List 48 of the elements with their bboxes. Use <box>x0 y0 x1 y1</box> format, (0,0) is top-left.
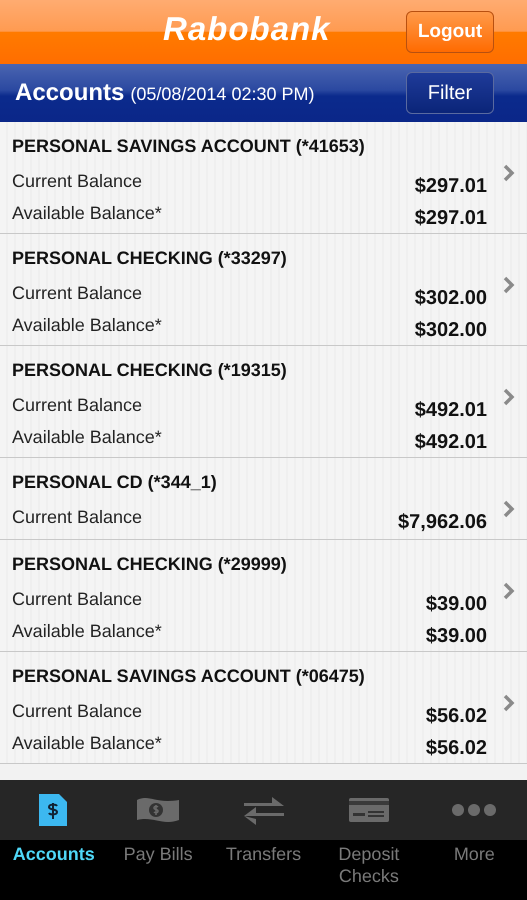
balance-amount: $56.02 <box>426 737 487 760</box>
account-name: PERSONAL SAVINGS ACCOUNT (*06475) <box>12 666 366 688</box>
balance-label: Current Balance <box>12 171 142 192</box>
balance-label: Current Balance <box>12 701 142 722</box>
chevron-right-icon <box>503 388 515 406</box>
timestamp: (05/08/2014 02:30 PM) <box>130 84 314 104</box>
chevron-right-icon <box>503 500 515 518</box>
account-name: PERSONAL CHECKING (*29999) <box>12 554 288 576</box>
transfer-arrows-icon <box>244 795 284 825</box>
balance-label: Current Balance <box>12 395 142 416</box>
document-dollar-icon <box>38 794 67 826</box>
page-title: Accounts <box>15 79 124 106</box>
balance-amount: $492.01 <box>414 399 487 422</box>
banknote-icon <box>137 796 180 824</box>
balance-label: Available Balance* <box>12 427 162 448</box>
balance-amount: $39.00 <box>426 625 487 648</box>
balance-label: Current Balance <box>12 507 142 528</box>
balance-label: Available Balance* <box>12 621 162 642</box>
balance-amount: $302.00 <box>414 319 487 342</box>
chevron-right-icon <box>503 164 515 182</box>
balance-label: Available Balance* <box>12 733 162 754</box>
account-name: PERSONAL SAVINGS ACCOUNT (*41653) <box>12 136 366 158</box>
account-name: PERSONAL CHECKING (*33297) <box>12 248 288 270</box>
bank-logo: Rabobank <box>163 10 331 48</box>
more-dots-icon <box>452 804 496 816</box>
account-name: PERSONAL CHECKING (*19315) <box>12 360 288 382</box>
balance-label: Available Balance* <box>12 203 162 224</box>
balance-amount: $297.01 <box>414 175 487 198</box>
chevron-right-icon <box>503 582 515 600</box>
balance-label: Current Balance <box>12 283 142 304</box>
balance-amount: $302.00 <box>414 287 487 310</box>
account-name: PERSONAL CD (*344_1) <box>12 472 218 494</box>
balance-amount: $39.00 <box>426 593 487 616</box>
balance-amount: $56.02 <box>426 705 487 728</box>
tab-bar-item[interactable]: Accounts <box>0 780 106 900</box>
tab-bar-item[interactable]: More <box>422 780 527 900</box>
balance-amount: $297.01 <box>414 207 487 230</box>
balance-label: Available Balance* <box>12 315 162 336</box>
tab-bar-item[interactable]: Transfers <box>210 780 316 900</box>
chevron-right-icon <box>503 276 515 294</box>
tab-bar-item[interactable]: Pay Bills <box>105 780 211 900</box>
chevron-right-icon <box>503 694 515 712</box>
tab-bar-item[interactable]: Deposit Checks <box>316 780 422 900</box>
balance-label: Current Balance <box>12 589 142 610</box>
filter-button[interactable]: Filter <box>406 72 494 114</box>
check-card-icon <box>348 798 389 822</box>
balance-amount: $492.01 <box>414 431 487 454</box>
balance-amount: $7,962.06 <box>398 511 487 534</box>
